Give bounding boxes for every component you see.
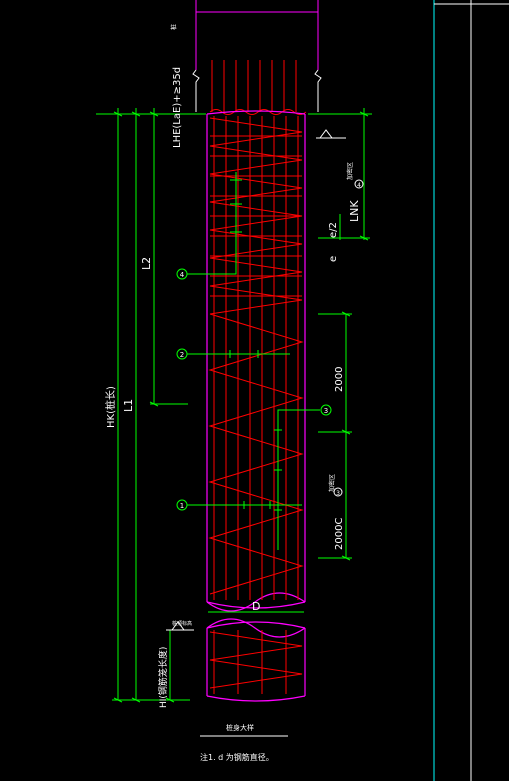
dim-2000c-label: 2000C <box>334 518 345 550</box>
svg-text:3: 3 <box>324 407 328 415</box>
dim-2000-label: 2000 <box>334 367 345 392</box>
dense-zone-tag-a: 加密区 <box>346 162 354 180</box>
pile-top-tag: 桩顶标高 <box>172 620 192 627</box>
svg-text:1: 1 <box>180 502 184 510</box>
l1-label: L1 <box>122 399 135 412</box>
lnk-label: LNK <box>348 200 361 222</box>
section-title: 桩身大样 <box>226 723 254 732</box>
top-note: 桩 <box>170 24 178 30</box>
svg-text:4: 4 <box>357 182 361 189</box>
e-half-label: e/2 <box>328 222 339 238</box>
general-note: 注1. d 为钢筋直径。 <box>200 752 274 762</box>
svg-text:4: 4 <box>180 271 185 279</box>
hi-label: HI(钢筋笼长度) <box>157 647 169 708</box>
diameter-label: D <box>252 600 260 613</box>
canvas-background <box>0 0 509 781</box>
e-label: e <box>328 256 339 262</box>
lap-length-label: LHE(LaE)+≥35d <box>172 67 183 148</box>
svg-text:2: 2 <box>180 351 184 359</box>
svg-text:3: 3 <box>336 490 340 497</box>
hk-label: HK(桩长) <box>104 386 117 428</box>
pile-detail-drawing: LHE(LaE)+≥35d 桩 L2 L1 HK(桩长) HI(钢筋笼长度) 桩… <box>0 0 509 781</box>
l2-label: L2 <box>140 257 153 270</box>
